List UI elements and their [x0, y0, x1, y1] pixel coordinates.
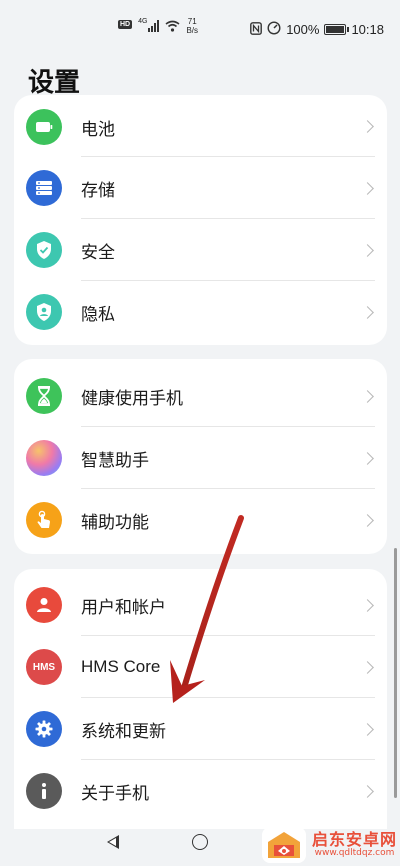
settings-item-label: 安全 — [81, 242, 115, 263]
chevron-right-icon — [361, 451, 374, 465]
speedometer-icon — [267, 21, 281, 38]
status-right: 100% 10:18 — [250, 21, 384, 38]
hand-icon — [26, 502, 62, 538]
status-bar: HD 4G 71 B/s 100% 10:18 — [0, 0, 400, 58]
battery-percent: 100% — [286, 22, 320, 37]
hd-badge: HD — [118, 20, 133, 29]
shield-check-icon — [26, 232, 62, 268]
settings-item-digital-balance[interactable]: 健康使用手机 — [14, 365, 387, 427]
settings-item-label: 辅助功能 — [81, 512, 149, 533]
wifi-icon — [165, 20, 180, 34]
page-title: 设置 — [28, 68, 81, 98]
back-triangle-icon[interactable] — [107, 835, 119, 849]
clock: 10:18 — [351, 22, 384, 37]
watermark-text: 启东安卓网 www.qdltdqz.com — [312, 831, 397, 858]
settings-item-security[interactable]: 安全 — [14, 219, 387, 281]
settings-item-assistant[interactable]: 智慧助手 — [14, 427, 387, 489]
settings-item-label: 健康使用手机 — [81, 388, 183, 409]
scrollbar[interactable] — [394, 548, 397, 798]
nfc-icon — [250, 21, 263, 38]
storage-icon — [26, 170, 62, 206]
chevron-right-icon — [361, 722, 374, 736]
chevron-right-icon — [361, 598, 374, 612]
settings-card-system: 用户和帐户 HMS HMS Core 系统和更新 关于手机 — [14, 569, 387, 829]
settings-card-health: 健康使用手机 智慧助手 辅助功能 — [14, 359, 387, 554]
hms-icon-text: HMS — [32, 661, 56, 673]
site-watermark: 启东安卓网 www.qdltdqz.com — [262, 827, 397, 863]
settings-item-label: HMS Core — [81, 657, 161, 676]
chevron-right-icon — [361, 305, 374, 319]
signal-badge: 4G — [138, 18, 148, 25]
hms-icon: HMS — [26, 649, 62, 685]
settings-item-users-accounts[interactable]: 用户和帐户 — [14, 574, 387, 636]
hourglass-icon — [26, 378, 62, 414]
settings-item-storage[interactable]: 存储 — [14, 157, 387, 219]
assistant-icon — [26, 440, 62, 476]
chevron-right-icon — [361, 120, 374, 133]
battery-icon — [26, 109, 62, 145]
battery-status-icon — [324, 24, 350, 35]
watermark-url: www.qdltdqz.com — [314, 847, 395, 858]
watermark-logo-icon — [262, 827, 306, 863]
settings-item-label: 智慧助手 — [81, 450, 149, 471]
settings-item-label: 电池 — [81, 120, 115, 140]
chevron-right-icon — [361, 181, 374, 195]
settings-item-label: 隐私 — [81, 304, 115, 325]
privacy-icon — [26, 294, 62, 330]
settings-item-system-update[interactable]: 系统和更新 — [14, 698, 387, 760]
chevron-right-icon — [361, 243, 374, 257]
settings-item-hms-core[interactable]: HMS HMS Core — [14, 636, 387, 698]
chevron-right-icon — [361, 513, 374, 527]
chevron-right-icon — [361, 389, 374, 403]
watermark-title: 启东安卓网 — [312, 830, 398, 850]
settings-item-battery[interactable]: 电池 — [14, 95, 387, 157]
settings-item-label: 系统和更新 — [81, 721, 166, 742]
settings-item-label: 关于手机 — [81, 783, 149, 804]
chevron-right-icon — [361, 660, 374, 674]
user-icon — [26, 587, 62, 623]
home-circle-icon[interactable] — [192, 834, 208, 850]
settings-gear-icon — [26, 711, 62, 747]
network-speed: 71 B/s — [186, 17, 198, 35]
info-icon — [26, 773, 62, 809]
speed-unit: B/s — [186, 26, 199, 35]
settings-item-accessibility[interactable]: 辅助功能 — [14, 489, 387, 551]
settings-item-about-phone[interactable]: 关于手机 — [14, 760, 387, 822]
cellular-signal-icon: 4G — [138, 18, 160, 32]
status-left: HD 4G 71 B/s — [118, 17, 198, 35]
settings-item-label: 用户和帐户 — [81, 597, 166, 618]
settings-card-device: 电池 存储 安全 隐私 — [14, 95, 387, 345]
chevron-right-icon — [361, 784, 374, 798]
settings-item-privacy[interactable]: 隐私 — [14, 281, 387, 343]
speed-value: 71 — [187, 17, 197, 26]
settings-item-label: 存储 — [81, 180, 115, 201]
